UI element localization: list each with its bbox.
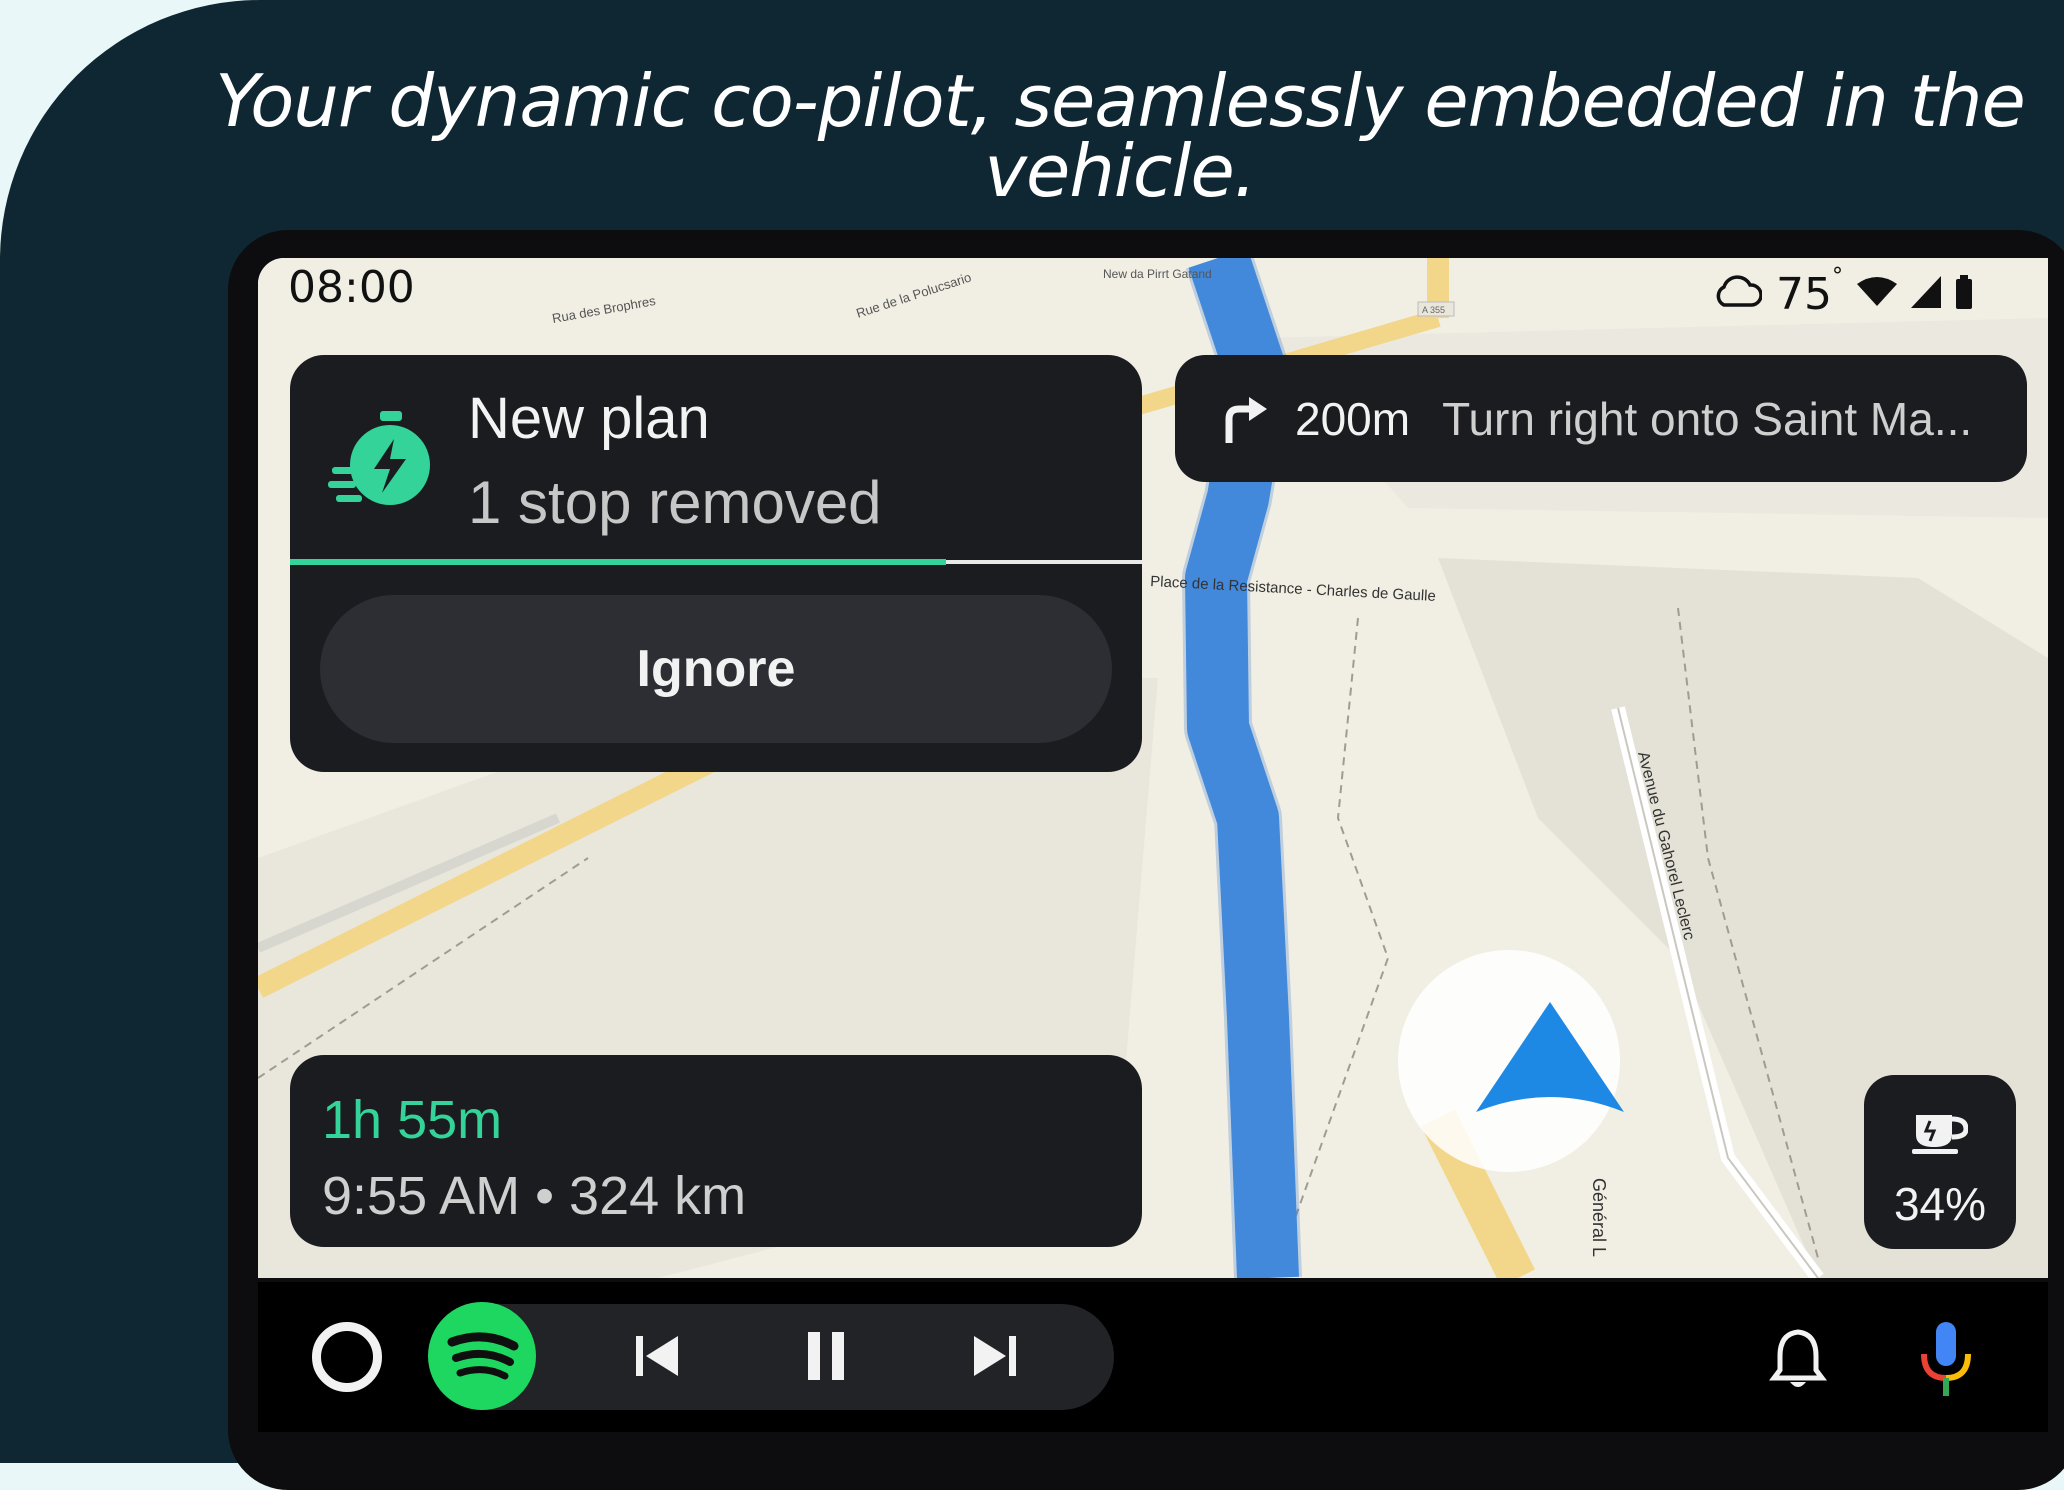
temperature: 75°: [1776, 264, 1843, 320]
bell-icon[interactable]: [1768, 1326, 1828, 1392]
eta-arrival-distance: 9:55 AM • 324 km: [322, 1166, 747, 1226]
map-label-street-3: New da Pirrt Gatand: [1103, 267, 1212, 281]
previous-track-icon[interactable]: [628, 1326, 688, 1386]
spotify-icon[interactable]: [428, 1302, 536, 1410]
plan-progress-fill: [290, 559, 947, 565]
next-track-icon[interactable]: [964, 1326, 1024, 1386]
turn-instruction-card[interactable]: 200m Turn right onto Saint Ma...: [1175, 355, 2027, 482]
eta-duration: 1h 55m: [322, 1090, 503, 1150]
eta-card[interactable]: 1h 55m 9:55 AM • 324 km: [290, 1055, 1142, 1247]
new-plan-card: New plan 1 stop removed Ignore: [290, 355, 1142, 772]
cloud-icon: [1716, 275, 1762, 307]
status-indicators: 75°: [1712, 262, 1973, 322]
home-button[interactable]: [312, 1322, 382, 1392]
battery-stop-card[interactable]: 34%: [1864, 1075, 2016, 1249]
stopwatch-lightning-icon: [328, 411, 430, 505]
plan-subtitle: 1 stop removed: [468, 469, 882, 536]
pause-icon[interactable]: [796, 1326, 856, 1386]
battery-percent: 34%: [1893, 1178, 1987, 1230]
signal-icon: [1911, 276, 1941, 308]
plan-title: New plan: [468, 386, 710, 451]
coffee-cup-icon: [1912, 1115, 1968, 1154]
plan-progress-bar: [290, 559, 1142, 565]
turn-distance: 200m: [1295, 392, 1411, 445]
turn-right-icon: [1225, 396, 1267, 443]
status-time: 08:00: [288, 262, 415, 313]
battery-icon: [1956, 275, 1972, 309]
wifi-icon: [1857, 277, 1897, 306]
turn-instruction: Turn right onto Saint Ma...: [1442, 392, 1973, 445]
ignore-button[interactable]: Ignore: [320, 595, 1112, 743]
map-label-general: Général L: [1589, 1178, 1609, 1257]
spotify-logo: [447, 1332, 519, 1380]
navigation-arrow-icon: [1476, 1002, 1624, 1112]
map-label-shield: A 355: [1422, 305, 1445, 315]
tagline: Your dynamic co-pilot, seamlessly embedd…: [215, 59, 2026, 213]
microphone-icon[interactable]: [1918, 1320, 1974, 1400]
